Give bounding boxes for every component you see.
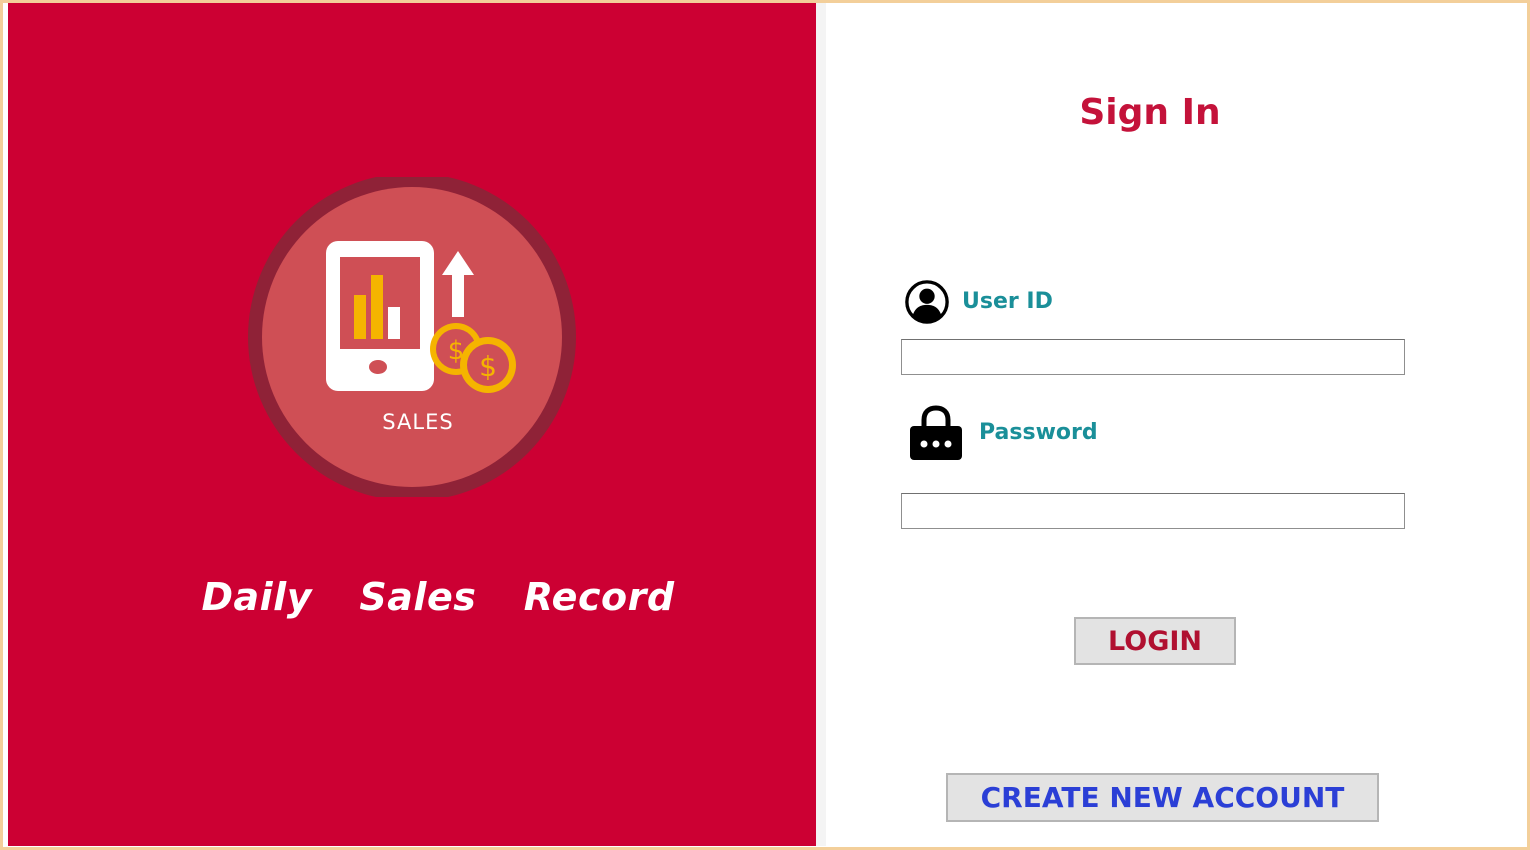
lock-icon	[910, 405, 962, 460]
password-label: Password	[979, 420, 1098, 445]
svg-text:$: $	[479, 350, 497, 383]
panel-divider	[816, 3, 826, 846]
login-button[interactable]: LOGIN	[1074, 617, 1236, 665]
logo-text: SALES	[382, 410, 453, 434]
page-title: Sign In	[1079, 92, 1221, 133]
user-id-label: User ID	[962, 289, 1053, 314]
sales-logo-icon: $ $ SALES	[248, 177, 576, 497]
create-account-button[interactable]: CREATE NEW ACCOUNT	[946, 773, 1379, 822]
app-name: Daily Sales Record	[201, 575, 675, 619]
user-circle-icon	[905, 280, 949, 324]
brand-panel: $ $ SALES Daily Sales Record	[8, 3, 816, 846]
user-id-input[interactable]	[901, 339, 1405, 375]
password-input[interactable]	[901, 493, 1405, 529]
